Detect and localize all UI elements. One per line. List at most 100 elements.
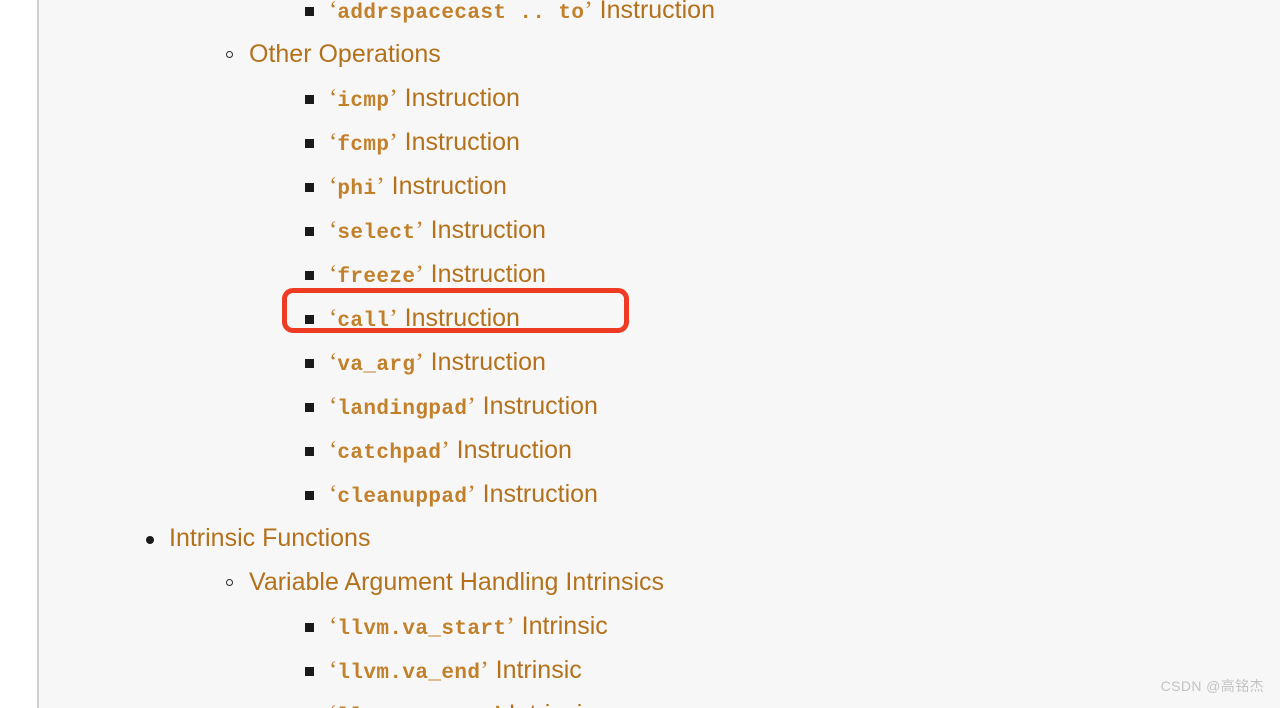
toc-row: ‘addrspacecast .. to’ Instruction <box>39 0 1280 32</box>
toc-row: ‘call’ Instruction <box>39 296 1280 340</box>
toc-link[interactable]: ‘icmp’ Instruction <box>329 84 520 113</box>
toc-row: ‘llvm.va_end’ Intrinsic <box>39 648 1280 692</box>
square-bullet-icon <box>305 403 314 412</box>
close-quote: ’ <box>415 349 424 376</box>
toc-link[interactable]: Other Operations <box>249 40 441 68</box>
code-literal: catchpad <box>337 442 442 465</box>
close-quote: ’ <box>376 173 385 200</box>
toc-link-suffix: Instruction <box>423 260 546 288</box>
close-quote: ’ <box>467 481 476 508</box>
code-literal: phi <box>337 178 377 201</box>
toc-link[interactable]: ‘freeze’ Instruction <box>329 260 546 289</box>
toc-link[interactable]: ‘phi’ Instruction <box>329 172 507 201</box>
close-quote: ’ <box>389 305 398 332</box>
toc-link-suffix: Instruction <box>384 172 507 200</box>
toc-item: ‘llvm.va_start’ Intrinsic <box>39 604 1280 648</box>
code-literal: cleanuppad <box>337 486 468 509</box>
square-bullet-icon <box>305 491 314 500</box>
toc-row: ‘cleanuppad’ Instruction <box>39 472 1280 516</box>
toc-link-suffix: Intrinsic <box>502 700 595 708</box>
toc-link[interactable]: ‘select’ Instruction <box>329 216 546 245</box>
toc-item: ‘va_arg’ Instruction <box>39 340 1280 384</box>
toc-item: ‘landingpad’ Instruction <box>39 384 1280 428</box>
toc-row: ‘llvm.va_start’ Intrinsic <box>39 604 1280 648</box>
code-literal: va_arg <box>337 354 416 377</box>
toc-item: ‘call’ Instruction <box>39 296 1280 340</box>
close-quote: ’ <box>480 657 489 684</box>
toc-link-suffix: Instruction <box>397 304 520 332</box>
toc-link[interactable]: Intrinsic Functions <box>169 524 370 552</box>
toc-link[interactable]: ‘addrspacecast .. to’ Instruction <box>329 0 715 25</box>
code-literal: freeze <box>337 266 416 289</box>
toc-row: Other Operations <box>39 32 1280 76</box>
disc-bullet-icon <box>146 536 154 544</box>
close-quote: ’ <box>389 85 398 112</box>
toc-item: Intrinsic Functions <box>39 516 1280 560</box>
toc-link[interactable]: ‘landingpad’ Instruction <box>329 392 598 421</box>
toc-item: ‘llvm.va_copy’ Intrinsic <box>39 692 1280 708</box>
toc-item: ‘catchpad’ Instruction <box>39 428 1280 472</box>
toc-item: ‘phi’ Instruction <box>39 164 1280 208</box>
toc-link-suffix: Instruction <box>449 436 572 464</box>
square-bullet-icon <box>305 667 314 676</box>
square-bullet-icon <box>305 359 314 368</box>
toc-content-pane: ‘addrspacecast .. to’ Instruction Other O… <box>37 0 1280 708</box>
close-quote: ’ <box>389 129 398 156</box>
code-literal: call <box>337 310 390 333</box>
close-quote: ’ <box>415 217 424 244</box>
toc-link[interactable]: ‘va_arg’ Instruction <box>329 348 546 377</box>
toc-row: ‘phi’ Instruction <box>39 164 1280 208</box>
document-page: ‘addrspacecast .. to’ Instruction Other O… <box>0 0 1280 708</box>
toc-link[interactable]: Variable Argument Handling Intrinsics <box>249 568 664 596</box>
toc-item: ‘icmp’ Instruction <box>39 76 1280 120</box>
toc-row: ‘va_arg’ Instruction <box>39 340 1280 384</box>
toc-link-suffix: Instruction <box>397 128 520 156</box>
toc-item: ‘fcmp’ Instruction <box>39 120 1280 164</box>
close-quote: ’ <box>506 613 515 640</box>
toc-link-suffix: Instruction <box>475 480 598 508</box>
csdn-watermark: CSDN @高铭杰 <box>1160 678 1264 694</box>
toc-link[interactable]: ‘call’ Instruction <box>329 304 520 333</box>
toc-item: ‘freeze’ Instruction <box>39 252 1280 296</box>
square-bullet-icon <box>305 139 314 148</box>
toc-link[interactable]: ‘llvm.va_copy’ Intrinsic <box>329 700 595 708</box>
close-quote: ’ <box>584 0 593 24</box>
code-literal: fcmp <box>337 134 390 157</box>
toc-row: Variable Argument Handling Intrinsics <box>39 560 1280 604</box>
toc-row: ‘fcmp’ Instruction <box>39 120 1280 164</box>
toc-link-suffix: Instruction <box>423 216 546 244</box>
toc-link[interactable]: ‘catchpad’ Instruction <box>329 436 572 465</box>
square-bullet-icon <box>305 271 314 280</box>
toc-link-suffix: Intrinsic <box>488 656 582 684</box>
toc-link[interactable]: ‘llvm.va_start’ Intrinsic <box>329 612 608 641</box>
toc-link-suffix: Instruction <box>423 348 546 376</box>
circle-bullet-icon <box>226 579 233 586</box>
square-bullet-icon <box>305 315 314 324</box>
toc-item: ‘llvm.va_end’ Intrinsic <box>39 648 1280 692</box>
toc-item: ‘addrspacecast .. to’ Instruction <box>39 0 1280 32</box>
toc-item: Other Operations <box>39 32 1280 76</box>
toc-link[interactable]: ‘llvm.va_end’ Intrinsic <box>329 656 582 685</box>
toc-row: ‘landingpad’ Instruction <box>39 384 1280 428</box>
table-of-contents: ‘addrspacecast .. to’ Instruction Other O… <box>39 0 1280 708</box>
square-bullet-icon <box>305 623 314 632</box>
toc-item: Variable Argument Handling Intrinsics <box>39 560 1280 604</box>
toc-link-suffix: Intrinsic <box>514 612 608 640</box>
close-quote: ’ <box>415 261 424 288</box>
code-literal: select <box>337 222 416 245</box>
toc-link-suffix: Instruction <box>475 392 598 420</box>
circle-bullet-icon <box>226 51 233 58</box>
code-literal: landingpad <box>337 398 468 421</box>
square-bullet-icon <box>305 95 314 104</box>
toc-row: Intrinsic Functions <box>39 516 1280 560</box>
toc-link[interactable]: ‘cleanuppad’ Instruction <box>329 480 598 509</box>
code-literal: llvm.va_start <box>337 618 507 641</box>
code-literal: icmp <box>337 90 390 113</box>
toc-link[interactable]: ‘fcmp’ Instruction <box>329 128 520 157</box>
square-bullet-icon <box>305 447 314 456</box>
toc-link-text: Intrinsic Functions <box>169 524 371 552</box>
toc-item: ‘select’ Instruction <box>39 208 1280 252</box>
toc-row: ‘freeze’ Instruction <box>39 252 1280 296</box>
toc-link-text: Variable Argument Handling Intrinsics <box>249 568 665 596</box>
toc-item: ‘cleanuppad’ Instruction <box>39 472 1280 516</box>
